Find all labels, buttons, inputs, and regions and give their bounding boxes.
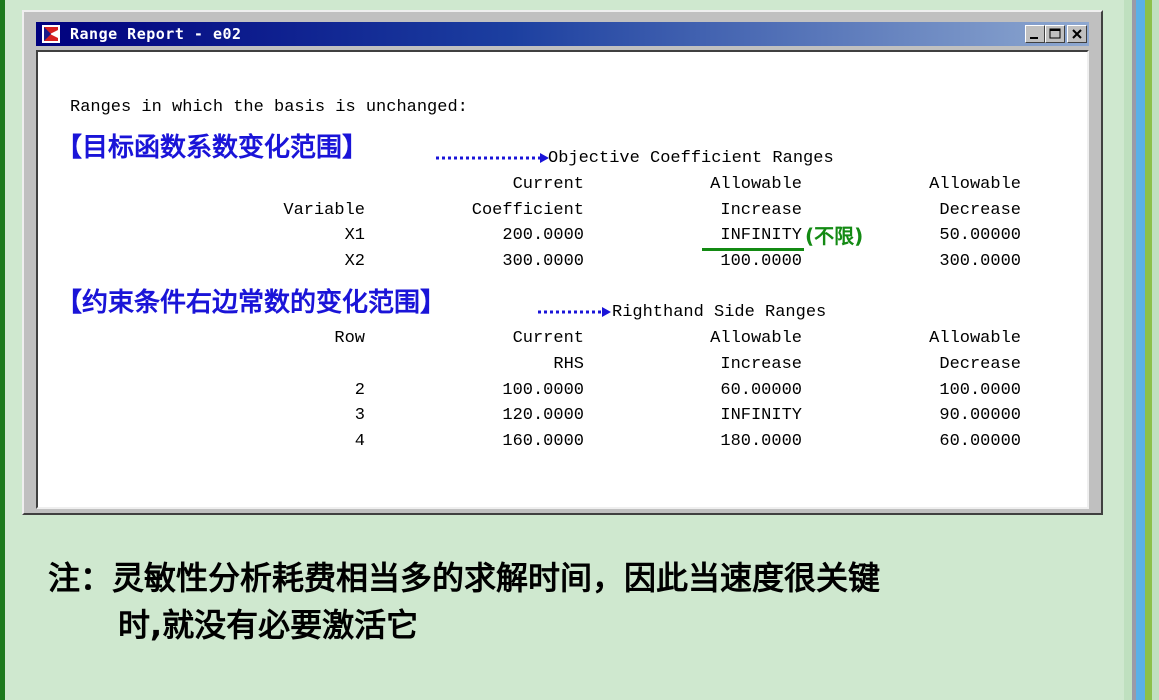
arrow-icon: [436, 153, 549, 163]
range-report-window: Range Report - e02 Ranges in which the b…: [22, 10, 1103, 515]
col-coefficient-header: Coefficient: [471, 201, 584, 220]
col-increase-header: Increase: [720, 355, 802, 374]
col-current-header: Current: [512, 329, 584, 348]
table-row-decrease: 90.00000: [939, 406, 1021, 425]
table-row-name: 2: [354, 381, 365, 400]
col-current-header: Current: [512, 175, 584, 194]
report-content: Ranges in which the basis is unchanged: …: [36, 50, 1089, 509]
table-row-increase: 60.00000: [720, 381, 802, 400]
maximize-button[interactable]: [1045, 25, 1065, 43]
objective-heading: Objective Coefficient Ranges: [548, 149, 834, 168]
col-decrease-header: Decrease: [939, 355, 1021, 374]
lingo-app-icon: [42, 25, 60, 43]
note-line-2: 时,就没有必要激活它: [118, 606, 419, 644]
table-row-name: 3: [354, 406, 365, 425]
table-row-decrease: 60.00000: [939, 432, 1021, 451]
table-row-decrease: 100.0000: [939, 381, 1021, 400]
table-row-name: X2: [344, 252, 365, 271]
right-decor-stripes: [1124, 0, 1159, 700]
col-variable-header: Variable: [283, 201, 365, 220]
infinity-note: (不限): [805, 224, 864, 248]
rhs-annotation: 【约束条件右边常数的变化范围】: [56, 288, 447, 318]
arrow-icon: [538, 307, 611, 317]
objective-annotation: 【目标函数系数变化范围】: [56, 133, 369, 163]
rhs-heading: Righthand Side Ranges: [612, 303, 827, 322]
col-rhs-header: RHS: [553, 355, 584, 374]
table-row-current: 300.0000: [502, 252, 584, 271]
minimize-button[interactable]: [1025, 25, 1045, 43]
table-row-increase: 100.0000: [720, 252, 802, 271]
close-button[interactable]: [1067, 25, 1087, 43]
infinity-underline: [702, 248, 804, 251]
col-increase-header: Allowable: [710, 329, 802, 348]
col-decrease-header: Decrease: [939, 201, 1021, 220]
note-line-1: 注：灵敏性分析耗费相当多的求解时间，因此当速度很关键: [48, 559, 881, 597]
intro-line: Ranges in which the basis is unchanged:: [70, 98, 468, 117]
col-decrease-header: Allowable: [929, 329, 1021, 348]
col-increase-header: Allowable: [710, 175, 802, 194]
table-row-name: 4: [354, 432, 365, 451]
table-row-current: 120.0000: [502, 406, 584, 425]
table-row-decrease: 300.0000: [939, 252, 1021, 271]
table-row-increase: INFINITY: [720, 226, 802, 245]
col-decrease-header: Allowable: [929, 175, 1021, 194]
left-accent-bar: [0, 0, 5, 700]
table-row-increase: INFINITY: [720, 406, 802, 425]
table-row-increase: 180.0000: [720, 432, 802, 451]
col-row-header: Row: [334, 329, 365, 348]
table-row-name: X1: [344, 226, 365, 245]
table-row-current: 100.0000: [502, 381, 584, 400]
table-row-decrease: 50.00000: [939, 226, 1021, 245]
table-row-current: 200.0000: [502, 226, 584, 245]
window-title: Range Report - e02: [70, 25, 242, 43]
table-row-current: 160.0000: [502, 432, 584, 451]
col-increase-header: Increase: [720, 201, 802, 220]
window-titlebar[interactable]: Range Report - e02: [36, 22, 1089, 46]
